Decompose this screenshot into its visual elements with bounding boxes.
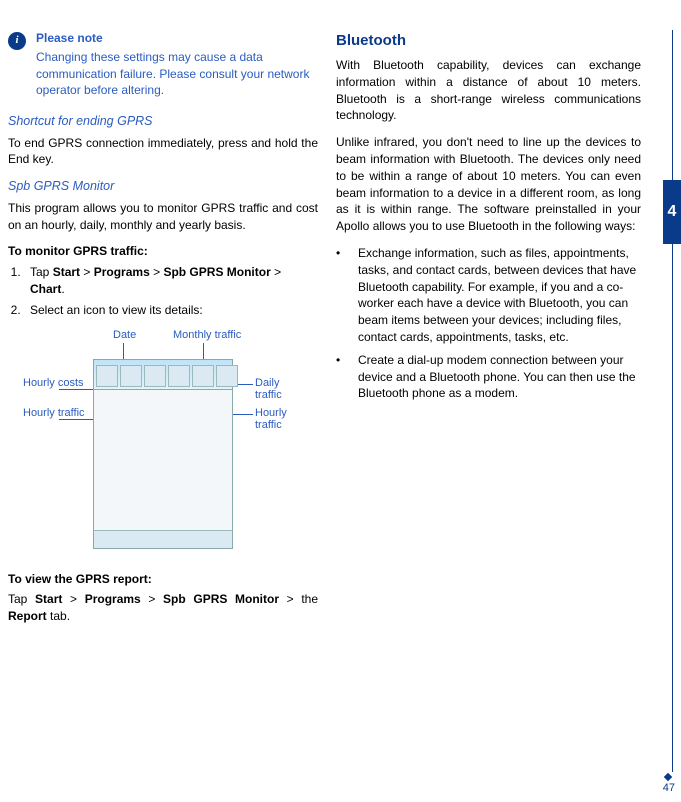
report-pre: Tap <box>8 592 35 606</box>
step1-gt2: > <box>150 265 164 279</box>
step-2: Select an icon to view its details: <box>24 302 318 319</box>
monitor-heading: To monitor GPRS traffic: <box>8 243 318 260</box>
bullet-dot-icon: • <box>336 245 358 346</box>
bluetooth-heading: Bluetooth <box>336 30 641 51</box>
step1-gt1: > <box>80 265 94 279</box>
diagram: Date Monthly traffic Hourly costs Hourly… <box>23 329 303 559</box>
spb-heading: Spb GPRS Monitor <box>8 178 318 196</box>
note-body: Changing these settings may cause a data… <box>36 49 318 99</box>
label-monthly: Monthly traffic <box>173 329 241 341</box>
report-heading: To view the GPRS report: <box>8 571 318 588</box>
spb-body: This program allows you to monitor GPRS … <box>8 200 318 234</box>
line-hourly-traffic-left <box>59 419 93 420</box>
bluetooth-bullet-1: • Exchange information, such as files, a… <box>336 245 641 346</box>
step-1: Tap Start > Programs > Spb GPRS Monitor … <box>24 264 318 298</box>
mock-window-titlebar <box>94 360 232 390</box>
step1-programs: Programs <box>94 265 150 279</box>
side-track <box>672 30 673 772</box>
report-start: Start <box>35 592 62 606</box>
line-hourly-traffic-right <box>233 414 253 415</box>
label-date: Date <box>113 329 136 341</box>
step1-chart: Chart <box>30 282 61 296</box>
mock-toolbar-btn <box>192 365 214 387</box>
step1-start: Start <box>53 265 80 279</box>
report-gt2: > <box>141 592 163 606</box>
bullet-dot-icon: • <box>336 352 358 402</box>
chapter-tab: 4 <box>663 180 681 244</box>
line-hourly-costs <box>59 389 93 390</box>
shortcut-heading: Shortcut for ending GPRS <box>8 113 318 131</box>
note-title: Please note <box>36 30 318 47</box>
mock-toolbar-btn <box>144 365 166 387</box>
report-tab: Report <box>8 609 47 623</box>
label-hourly-costs: Hourly costs <box>23 377 84 389</box>
step1-dot: . <box>61 282 64 296</box>
step1-spb: Spb GPRS Monitor <box>163 265 270 279</box>
mock-window <box>93 359 233 549</box>
report-body: Tap Start > Programs > Spb GPRS Monitor … <box>8 591 318 625</box>
bluetooth-bullets: • Exchange information, such as files, a… <box>336 245 641 402</box>
mock-toolbar-btn <box>96 365 118 387</box>
monitor-steps: Tap Start > Programs > Spb GPRS Monitor … <box>24 264 318 318</box>
bullet-1-text: Exchange information, such as files, app… <box>358 245 641 346</box>
shortcut-body: To end GPRS connection immediately, pres… <box>8 135 318 169</box>
bluetooth-p1: With Bluetooth capability, devices can e… <box>336 57 641 124</box>
mock-toolbar-btn <box>120 365 142 387</box>
report-programs: Programs <box>85 592 141 606</box>
mock-window-footer <box>94 530 232 548</box>
step1-gt3: > <box>271 265 281 279</box>
bluetooth-p2: Unlike infrared, you don't need to line … <box>336 134 641 235</box>
bluetooth-bullet-2: • Create a dial-up modem connection betw… <box>336 352 641 402</box>
label-daily: Daily traffic <box>255 377 303 401</box>
label-hourly-traffic-right: Hourly traffic <box>255 407 303 431</box>
report-gt1: > <box>62 592 84 606</box>
mock-toolbar-btn <box>216 365 238 387</box>
note-box: i Please note Changing these settings ma… <box>8 30 318 99</box>
report-gt3: > the <box>279 592 318 606</box>
label-hourly-traffic-left: Hourly traffic <box>23 407 85 419</box>
info-icon: i <box>8 32 26 50</box>
bullet-2-text: Create a dial-up modem connection betwee… <box>358 352 641 402</box>
mock-toolbar-btn <box>168 365 190 387</box>
step1-pre: Tap <box>30 265 53 279</box>
report-tail: tab. <box>47 609 70 623</box>
page-number: 47 <box>663 781 675 796</box>
report-spb: Spb GPRS Monitor <box>163 592 279 606</box>
mock-window-body <box>94 390 232 530</box>
